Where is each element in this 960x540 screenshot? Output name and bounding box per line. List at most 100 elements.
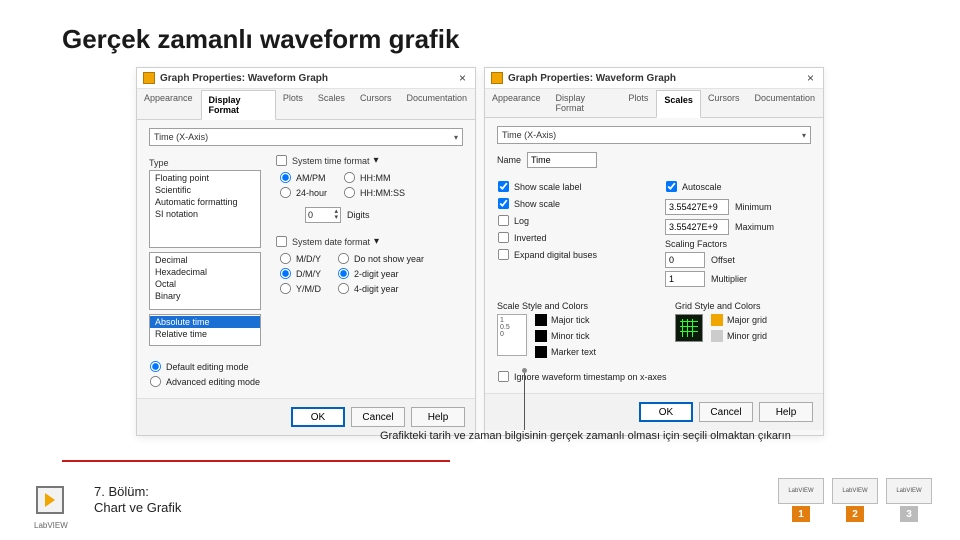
rb-hhmm[interactable]: HH:MM	[343, 171, 405, 184]
axis-combo-value: Time (X-Axis)	[502, 130, 556, 140]
close-icon[interactable]: ×	[804, 71, 817, 85]
tab-plots[interactable]: Plots	[621, 89, 656, 117]
opt-scientific[interactable]: Scientific	[150, 184, 260, 196]
cb-autoscale[interactable]: Autoscale	[665, 180, 811, 193]
cancel-button[interactable]: Cancel	[699, 402, 753, 422]
system-time-checkbox[interactable]	[275, 154, 288, 167]
minor-grid-label: Minor grid	[727, 331, 767, 341]
system-date-label: System date format	[292, 237, 370, 247]
minimum-label: Minimum	[735, 202, 772, 212]
chevron-down-icon: ▾	[374, 236, 379, 247]
name-input[interactable]	[527, 152, 597, 168]
dialog-title: Graph Properties: Waveform Graph	[508, 73, 804, 84]
grid-style-label: Grid Style and Colors	[675, 301, 811, 311]
major-grid-label: Major grid	[727, 315, 767, 325]
opt-floating[interactable]: Floating point	[150, 172, 260, 184]
scaling-factors-label: Scaling Factors	[665, 239, 811, 249]
cb-ignore-timestamp[interactable]: Ignore waveform timestamp on x-axes	[497, 370, 811, 383]
system-time-label: System time format	[292, 156, 370, 166]
rb-ymd[interactable]: Y/M/D	[279, 282, 321, 295]
tab-documentation[interactable]: Documentation	[399, 89, 475, 119]
opt-abs-time[interactable]: Absolute time	[150, 316, 260, 328]
axis-combo[interactable]: Time (X-Axis) ▾	[497, 126, 811, 144]
major-grid-swatch[interactable]	[711, 314, 723, 326]
opt-auto[interactable]: Automatic formatting	[150, 196, 260, 208]
marker-text-label: Marker text	[551, 347, 596, 357]
cb-show-scale[interactable]: Show scale	[497, 197, 647, 210]
opt-octal[interactable]: Octal	[150, 278, 260, 290]
slide-title: Gerçek zamanlı waveform grafik	[0, 0, 960, 55]
callout-line	[524, 370, 525, 430]
minor-tick-swatch[interactable]	[535, 330, 547, 342]
titlebar: Graph Properties: Waveform Graph ×	[137, 68, 475, 89]
minor-tick-label: Minor tick	[551, 331, 590, 341]
type-listbox[interactable]: Floating point Scientific Automatic form…	[149, 170, 261, 248]
rb-noyear[interactable]: Do not show year	[337, 252, 424, 265]
system-date-checkbox[interactable]	[275, 235, 288, 248]
major-tick-swatch[interactable]	[535, 314, 547, 326]
rb-hhmmss[interactable]: HH:MM:SS	[343, 186, 405, 199]
dialog-title: Graph Properties: Waveform Graph	[160, 73, 456, 84]
maximum-label: Maximum	[735, 222, 774, 232]
help-button[interactable]: Help	[411, 407, 465, 427]
opt-rel-time[interactable]: Relative time	[150, 328, 260, 340]
cb-show-scale-label[interactable]: Show scale label	[497, 180, 647, 193]
chevron-down-icon: ▾	[454, 133, 458, 142]
axis-combo[interactable]: Time (X-Axis) ▾	[149, 128, 463, 146]
opt-binary[interactable]: Binary	[150, 290, 260, 302]
badge-2: LabVIEW	[832, 478, 878, 504]
tab-appearance[interactable]: Appearance	[137, 89, 201, 119]
caption: Grafikteki tarih ve zaman bilgisinin ger…	[380, 430, 791, 442]
opt-si[interactable]: SI notation	[150, 208, 260, 220]
opt-hex[interactable]: Hexadecimal	[150, 266, 260, 278]
tab-plots[interactable]: Plots	[276, 89, 311, 119]
cancel-button[interactable]: Cancel	[351, 407, 405, 427]
rb-advanced-edit[interactable]: Advanced editing mode	[149, 375, 463, 388]
scale-style-preview[interactable]: 10.50	[497, 314, 527, 356]
help-button[interactable]: Help	[759, 402, 813, 422]
rb-default-edit[interactable]: Default editing mode	[149, 360, 463, 373]
opt-decimal[interactable]: Decimal	[150, 254, 260, 266]
rb-ampm[interactable]: AM/PM	[279, 171, 327, 184]
tab-cursors[interactable]: Cursors	[701, 89, 748, 117]
close-icon[interactable]: ×	[456, 71, 469, 85]
ok-button[interactable]: OK	[291, 407, 345, 427]
red-divider	[62, 460, 450, 462]
titlebar: Graph Properties: Waveform Graph ×	[485, 68, 823, 89]
minimum-input[interactable]	[665, 199, 729, 215]
multiplier-label: Multiplier	[711, 274, 747, 284]
offset-label: Offset	[711, 255, 735, 265]
cb-expand-buses[interactable]: Expand digital buses	[497, 248, 647, 261]
tab-scales[interactable]: Scales	[311, 89, 353, 119]
badge-num-2: 2	[846, 506, 864, 522]
grid-style-preview[interactable]	[675, 314, 703, 342]
cb-inverted[interactable]: Inverted	[497, 231, 647, 244]
tab-cursors[interactable]: Cursors	[353, 89, 400, 119]
badges: LabVIEW1 LabVIEW2 LabVIEW3	[778, 478, 932, 522]
multiplier-input[interactable]	[665, 271, 705, 287]
rb-4digit[interactable]: 4-digit year	[337, 282, 424, 295]
badge-num-1: 1	[792, 506, 810, 522]
tab-documentation[interactable]: Documentation	[747, 89, 823, 117]
rb-24h[interactable]: 24-hour	[279, 186, 327, 199]
digits-spinner[interactable]: 0 ▴▾	[305, 207, 341, 223]
tab-scales[interactable]: Scales	[656, 90, 701, 118]
rb-mdy[interactable]: M/D/Y	[279, 252, 321, 265]
digits-label: Digits	[347, 210, 370, 220]
minor-grid-swatch[interactable]	[711, 330, 723, 342]
tab-display-format[interactable]: Display Format	[549, 89, 622, 117]
rb-2digit[interactable]: 2-digit year	[337, 267, 424, 280]
ok-button[interactable]: OK	[639, 402, 693, 422]
offset-input[interactable]	[665, 252, 705, 268]
type-listbox-time[interactable]: Absolute time Relative time	[149, 314, 261, 346]
type-listbox-numeric[interactable]: Decimal Hexadecimal Octal Binary	[149, 252, 261, 310]
rb-dmy[interactable]: D/M/Y	[279, 267, 321, 280]
maximum-input[interactable]	[665, 219, 729, 235]
cb-log[interactable]: Log	[497, 214, 647, 227]
tab-display-format[interactable]: Display Format	[201, 90, 276, 120]
tab-appearance[interactable]: Appearance	[485, 89, 549, 117]
chapter-label: 7. Bölüm: Chart ve Grafik	[94, 484, 181, 517]
tabs: Appearance Display Format Plots Scales C…	[485, 89, 823, 118]
marker-text-swatch[interactable]	[535, 346, 547, 358]
labview-icon	[143, 72, 155, 84]
